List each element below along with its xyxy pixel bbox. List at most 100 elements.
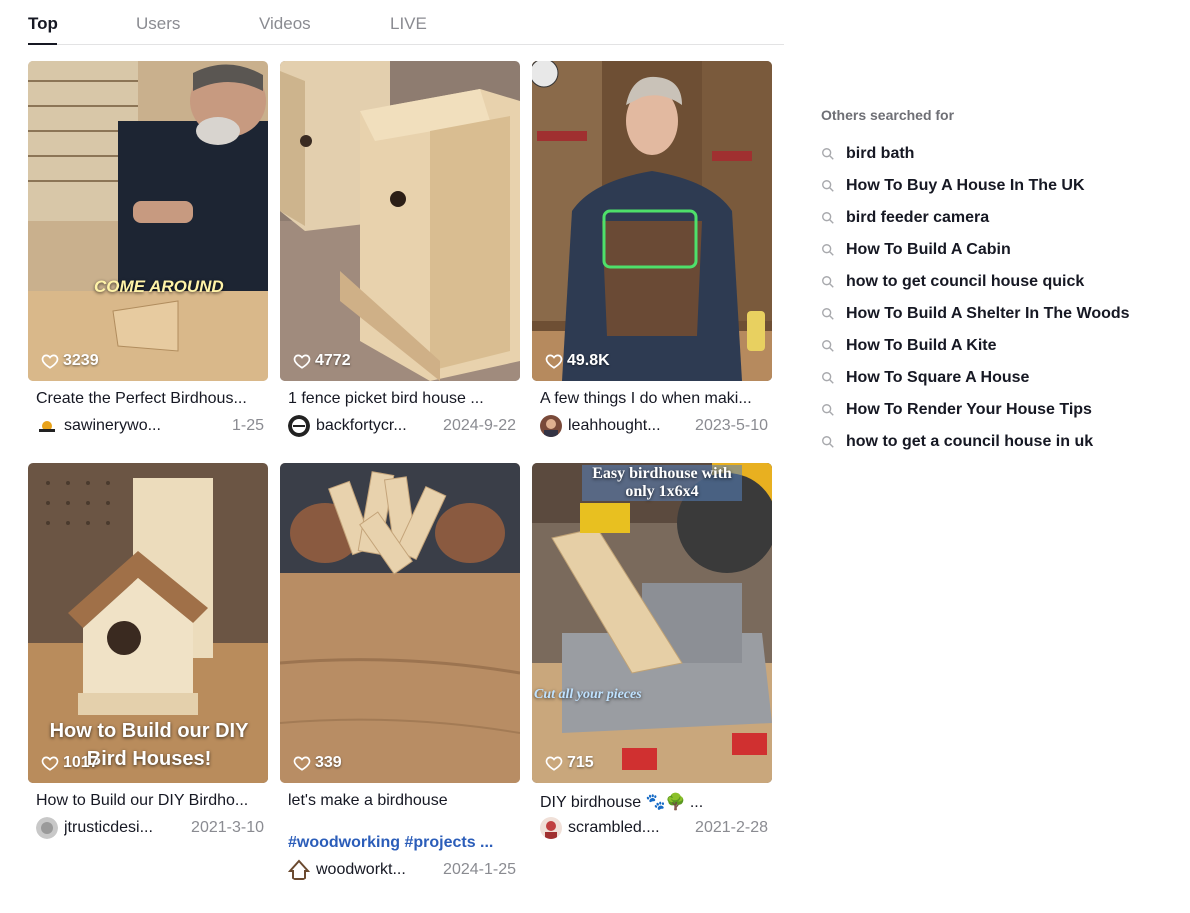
video-meta: jtrusticdesi... 2021-3-10 xyxy=(36,817,264,839)
video-overlay-caption: Cut all your pieces xyxy=(534,687,642,702)
video-thumbnail[interactable]: How to Build our DIY Bird Houses! 1017 xyxy=(28,463,268,783)
search-icon xyxy=(822,404,834,416)
others-searched-title: Others searched for xyxy=(821,107,955,123)
post-date: 2024-1-25 xyxy=(443,861,516,878)
video-overlay-text: COME AROUND xyxy=(94,277,224,296)
suggestion-item[interactable]: How To Render Your House Tips xyxy=(821,401,1092,419)
video-thumbnail[interactable]: 4772 xyxy=(280,61,520,381)
heart-icon xyxy=(41,756,59,771)
author-name[interactable]: sawinerywo... xyxy=(64,417,176,435)
heart-icon xyxy=(293,756,311,771)
search-icon xyxy=(822,212,834,224)
like-count-value: 3239 xyxy=(63,352,99,369)
suggestion-item[interactable]: How To Build A Cabin xyxy=(821,241,1011,259)
suggestion-item[interactable]: How To Square A House xyxy=(821,369,1029,387)
suggestion-label: How To Build A Cabin xyxy=(846,241,1011,258)
post-date: 1-25 xyxy=(231,417,264,434)
video-meta: backfortycr... 2024-9-22 xyxy=(288,415,516,437)
heart-icon xyxy=(545,354,563,369)
heart-icon xyxy=(293,354,311,369)
avatar[interactable] xyxy=(288,859,310,881)
author-name[interactable]: backfortycr... xyxy=(316,417,428,435)
search-icon xyxy=(822,244,834,256)
search-tabs: Top Users Videos LIVE xyxy=(28,0,784,45)
video-meta: woodworkt... 2024-1-25 xyxy=(288,859,516,881)
search-icon xyxy=(822,372,834,384)
video-card[interactable]: COME AROUND 3239 Create the Perfect Bird… xyxy=(28,61,268,437)
like-count-value: 4772 xyxy=(315,352,351,369)
suggestion-item[interactable]: bird bath xyxy=(821,145,914,163)
video-thumbnail[interactable]: 49.8K xyxy=(532,61,772,381)
avatar[interactable] xyxy=(540,817,562,839)
suggestion-label: How To Build A Shelter In The Woods xyxy=(846,305,1130,322)
video-description[interactable]: let's make a birdhouse xyxy=(288,792,516,810)
tab-top[interactable]: Top xyxy=(28,14,58,34)
suggestion-label: how to get a council house in uk xyxy=(846,433,1094,450)
search-icon xyxy=(822,340,834,352)
video-card[interactable]: How to Build our DIY Bird Houses! 1017 H… xyxy=(28,463,268,839)
thumbnail-image xyxy=(532,463,772,783)
tab-users[interactable]: Users xyxy=(136,14,180,34)
video-card[interactable]: 4772 1 fence picket bird house ... backf… xyxy=(280,61,520,437)
like-count-value: 339 xyxy=(315,754,342,771)
post-date: 2024-9-22 xyxy=(443,417,516,434)
heart-icon xyxy=(41,354,59,369)
thumbnail-image xyxy=(280,61,520,381)
video-description[interactable]: How to Build our DIY Birdho... xyxy=(36,792,264,810)
video-description[interactable]: 1 fence picket bird house ... xyxy=(288,390,516,408)
like-count: 49.8K xyxy=(545,352,610,370)
video-thumbnail[interactable]: 339 xyxy=(280,463,520,783)
post-date: 2021-3-10 xyxy=(191,819,264,836)
like-count: 4772 xyxy=(293,352,351,370)
video-card[interactable]: Easy birdhouse with only 1x6x4 Cut all y… xyxy=(532,463,772,839)
author-name[interactable]: scrambled.... xyxy=(568,819,680,837)
post-date: 2021-2-28 xyxy=(695,819,768,836)
suggestion-label: bird bath xyxy=(846,145,915,162)
avatar[interactable] xyxy=(540,415,562,437)
search-icon xyxy=(822,436,834,448)
suggestion-label: How To Build A Kite xyxy=(846,337,997,354)
video-thumbnail[interactable]: COME AROUND 3239 xyxy=(28,61,268,381)
author-name[interactable]: woodworkt... xyxy=(316,861,428,879)
heart-icon xyxy=(545,756,563,771)
thumbnail-image xyxy=(280,463,520,783)
search-icon xyxy=(822,148,834,160)
avatar[interactable] xyxy=(36,415,58,437)
suggestion-item[interactable]: How To Build A Kite xyxy=(821,337,997,355)
search-icon xyxy=(822,276,834,288)
like-count: 1017 xyxy=(41,754,99,772)
avatar[interactable] xyxy=(288,415,310,437)
like-count-value: 715 xyxy=(567,754,594,771)
suggestion-item[interactable]: how to get a council house in uk xyxy=(821,433,1093,451)
video-card[interactable]: 339 let's make a birdhouse #woodworking … xyxy=(280,463,520,881)
video-description[interactable]: Create the Perfect Birdhous... xyxy=(36,390,264,408)
video-description[interactable]: A few things I do when maki... xyxy=(540,390,768,408)
video-meta: scrambled.... 2021-2-28 xyxy=(540,817,768,839)
video-meta: sawinerywo... 1-25 xyxy=(36,415,264,437)
suggestion-label: How To Buy A House In The UK xyxy=(846,177,1085,194)
tab-live[interactable]: LIVE xyxy=(390,14,427,34)
video-card[interactable]: 49.8K A few things I do when maki... lea… xyxy=(532,61,772,437)
video-description[interactable]: DIY birdhouse 🐾🌳 ... xyxy=(540,792,768,812)
like-count: 3239 xyxy=(41,352,99,370)
search-icon xyxy=(822,308,834,320)
thumbnail-image xyxy=(532,61,772,381)
like-count: 339 xyxy=(293,754,342,772)
like-count-value: 49.8K xyxy=(567,352,610,369)
suggestion-item[interactable]: how to get council house quick xyxy=(821,273,1084,291)
author-name[interactable]: leahhought... xyxy=(568,417,680,435)
thumbnail-image xyxy=(28,61,268,381)
avatar[interactable] xyxy=(36,817,58,839)
author-name[interactable]: jtrusticdesi... xyxy=(64,819,176,837)
like-count-value: 1017 xyxy=(63,754,99,771)
suggestion-item[interactable]: How To Buy A House In The UK xyxy=(821,177,1085,195)
suggestion-label: How To Render Your House Tips xyxy=(846,401,1092,418)
suggestion-item[interactable]: bird feeder camera xyxy=(821,209,989,227)
video-meta: leahhought... 2023-5-10 xyxy=(540,415,768,437)
video-thumbnail[interactable]: Easy birdhouse with only 1x6x4 Cut all y… xyxy=(532,463,772,783)
suggestion-item[interactable]: How To Build A Shelter In The Woods xyxy=(821,305,1130,323)
video-hashtags[interactable]: #woodworking #projects ... xyxy=(288,834,493,852)
tab-videos[interactable]: Videos xyxy=(259,14,311,34)
like-count: 715 xyxy=(545,754,594,772)
active-tab-indicator xyxy=(28,43,57,45)
